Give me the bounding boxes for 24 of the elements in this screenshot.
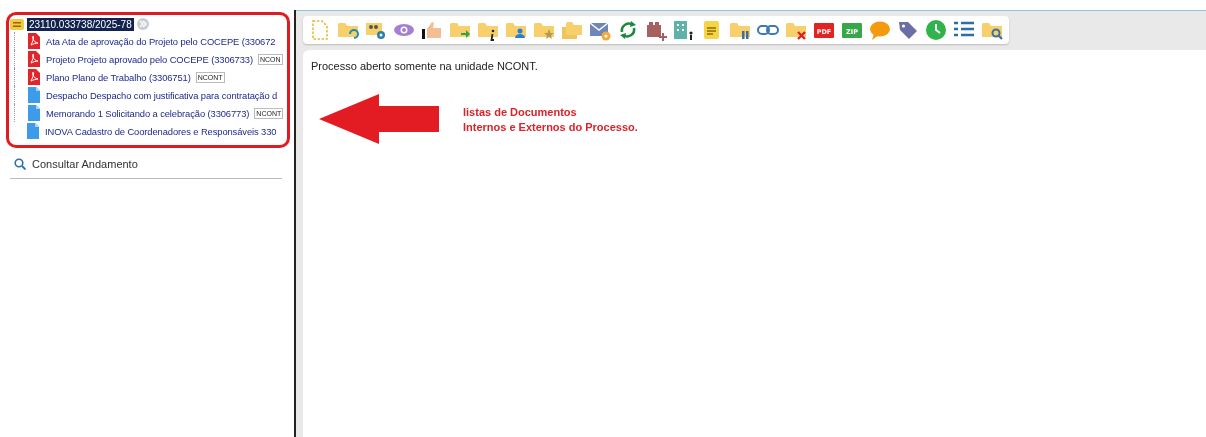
document-icon[interactable] (27, 87, 41, 103)
consult-progress-link[interactable]: Consultar Andamento (0, 148, 292, 170)
clock-icon[interactable] (925, 19, 947, 41)
annotation-text: listas de Documentos (463, 105, 578, 118)
status-message: Processo aberto somente na unidade NCONT. (311, 60, 539, 72)
document-link[interactable]: Despacho Despacho com justificativa para contratação d (46, 89, 278, 101)
thumbs-up-icon[interactable] (421, 19, 443, 41)
pdf-file-icon[interactable] (27, 51, 41, 67)
document-icon[interactable] (27, 105, 41, 121)
document-link[interactable]: Projeto Projeto aprovado pelo COCEPE (3306733) (46, 53, 253, 65)
pdf-file-icon[interactable] (27, 69, 41, 85)
block-add-icon[interactable] (645, 19, 667, 41)
process-number[interactable]: 23110.033738/2025-78 (27, 17, 134, 31)
document-link[interactable]: Ata Ata de aprovação do Projeto pelo COCEPE (330672 (46, 35, 276, 47)
pdf-file-icon[interactable] (27, 33, 41, 49)
document-link[interactable]: INOVA Cadastro de Coordenadores e Responsáveis 330 (45, 125, 277, 137)
document-link[interactable]: Memorando 1 Solicitando a celebração (3306773) (46, 107, 250, 119)
document-link[interactable]: Plano Plano de Trabalho (3306751) (46, 71, 191, 83)
folder-lines-icon[interactable] (10, 17, 24, 31)
document-icon[interactable] (26, 123, 40, 139)
search-icon (14, 158, 26, 170)
building-person-icon[interactable] (673, 19, 695, 41)
tag-icon[interactable] (897, 19, 919, 41)
annotation-text: Internos e Externos do Processo. (463, 120, 638, 133)
